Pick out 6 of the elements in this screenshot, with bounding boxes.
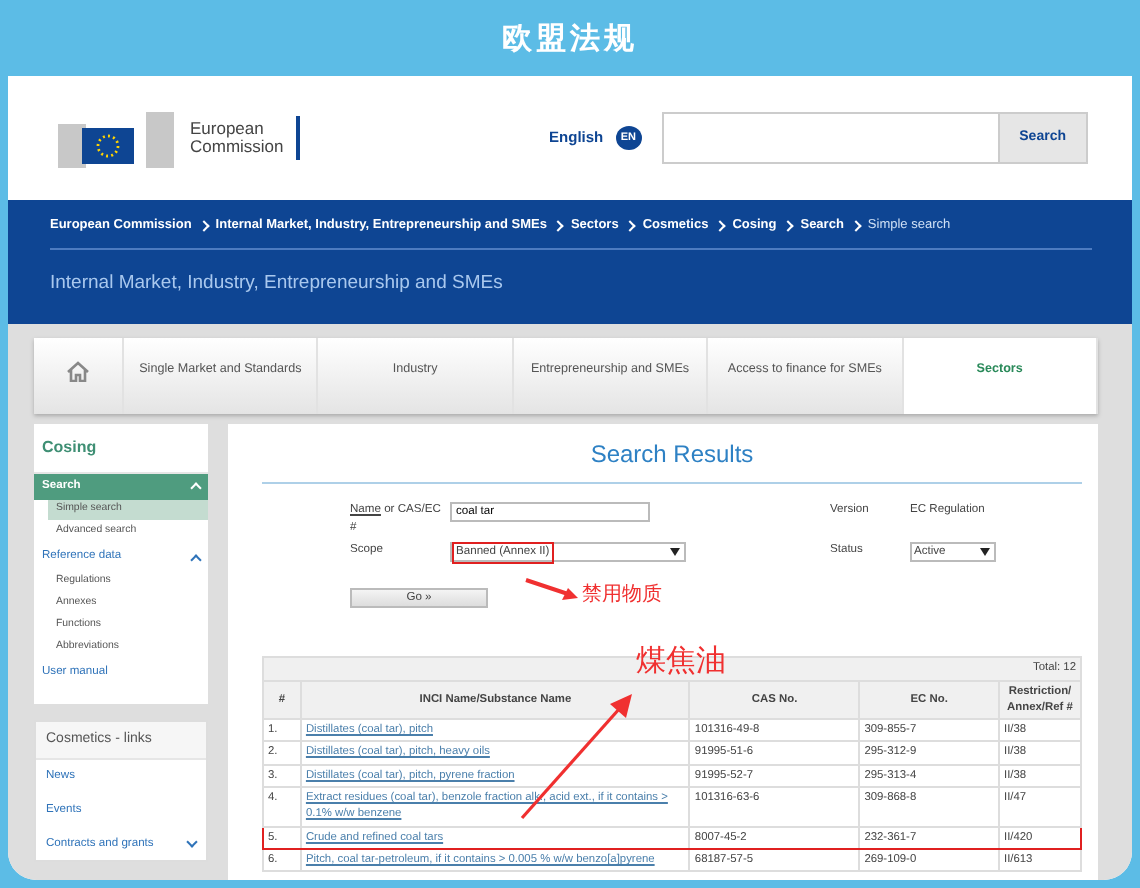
frame-title: 欧盟法规 <box>502 17 638 60</box>
logo-text: European Commission <box>190 119 286 157</box>
annotation-label: 禁用物质 <box>582 586 662 606</box>
annotation-label: 煤焦油 <box>636 646 726 676</box>
page-heading: Search Results <box>262 436 1082 484</box>
site-title: Internal Market, Industry, Entrepreneurship and SMEs <box>50 269 505 298</box>
